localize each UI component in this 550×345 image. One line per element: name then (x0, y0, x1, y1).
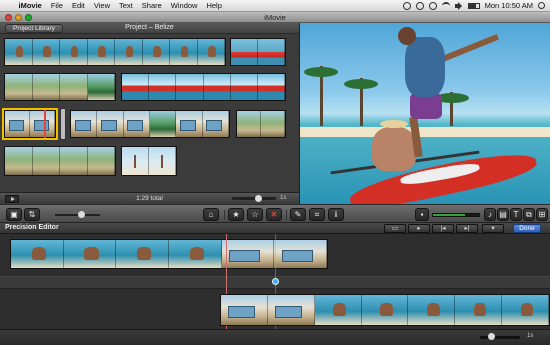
window-titlebar: iMovie (0, 12, 550, 23)
incoming-clip-track[interactable] (220, 294, 550, 326)
mark-favorite-button[interactable]: ★ (228, 208, 244, 221)
outgoing-clip-track[interactable] (10, 239, 328, 269)
swap-events-projects-button[interactable]: ⇅ (24, 208, 40, 221)
edit-point-menu-button[interactable]: ▾ (482, 224, 504, 233)
menu-share[interactable]: Share (137, 1, 166, 10)
precision-zoom-knob[interactable] (488, 333, 495, 340)
play-edit-button[interactable]: ▸ (408, 224, 430, 233)
crop-tool-button[interactable]: ⌗ (309, 208, 325, 221)
wifi-icon[interactable] (441, 1, 450, 10)
menu-edit[interactable]: Edit (67, 1, 89, 10)
edit-point-handle[interactable] (272, 278, 279, 285)
project-browser: Project Library Project – Belize 1:29 to… (0, 23, 299, 204)
transition-browser-button[interactable]: ⧉ (523, 208, 535, 221)
title-browser-button[interactable]: T (510, 208, 522, 221)
sync-icon[interactable] (402, 1, 411, 10)
skimmer-playhead (44, 110, 46, 138)
clip-bikes[interactable] (4, 73, 116, 101)
project-footer: 1:29 total 1s (0, 192, 299, 204)
previous-edit-button[interactable]: |◂ (432, 224, 454, 233)
precision-editor-header: Precision Editor ▭ ▸ |◂ ▸| ▾ Done (0, 223, 550, 234)
photo-browser-button[interactable]: ▤ (497, 208, 509, 221)
status-area: Mon 10:50 AM (402, 1, 550, 10)
time-machine-icon[interactable] (415, 1, 424, 10)
thumbnail-zoom-knob[interactable] (255, 195, 262, 202)
map-browser-button[interactable]: ⊞ (536, 208, 548, 221)
clip-kayak-1[interactable] (230, 38, 286, 66)
clip-beach-walk[interactable] (121, 146, 177, 176)
clip-swimming[interactable] (4, 38, 226, 66)
menu-bar: iMovie File Edit View Text Share Window … (0, 0, 550, 12)
video-viewer[interactable] (299, 23, 550, 204)
spotlight-search-icon[interactable] (538, 2, 545, 9)
project-header: Project Library Project – Belize (0, 23, 299, 34)
precision-zoom-slider[interactable] (480, 336, 520, 339)
project-clips (2, 38, 294, 188)
thumbnail-zoom-readout: 1s (280, 195, 287, 201)
window-title: iMovie (264, 13, 286, 22)
clip-bike-ride[interactable] (236, 110, 286, 138)
clip-size-knob[interactable] (78, 211, 85, 218)
menu-file[interactable]: File (46, 1, 67, 10)
menu-help[interactable]: Help (202, 1, 226, 10)
show-transition-button[interactable]: ▭ (384, 224, 406, 233)
clip-cycling[interactable] (4, 146, 116, 176)
unmark-button[interactable]: ☆ (247, 208, 263, 221)
inspector-button[interactable]: i (328, 208, 344, 221)
bluetooth-icon[interactable] (428, 1, 437, 10)
menu-view[interactable]: View (89, 1, 114, 10)
edit-tool-button[interactable]: ⌂ (203, 208, 219, 221)
precision-editor-title: Precision Editor (5, 224, 59, 231)
precision-editor: Precision Editor ▭ ▸ |◂ ▸| ▾ Done 1s (0, 223, 550, 345)
clip-house-selected[interactable] (2, 108, 58, 140)
clip-kayak-2[interactable] (121, 73, 286, 101)
menu-window[interactable]: Window (166, 1, 202, 10)
battery-icon[interactable] (467, 2, 480, 9)
precision-editor-footer: 1s (0, 329, 550, 345)
menu-text[interactable]: Text (115, 1, 138, 10)
keyword-tool-button[interactable]: ✎ (290, 208, 306, 221)
reject-button[interactable]: ✕ (266, 208, 282, 221)
project-title: Project – Belize (125, 24, 174, 31)
menu-clock[interactable]: Mon 10:50 AM (485, 1, 533, 10)
menu-imovie[interactable]: iMovie (14, 1, 46, 10)
music-browser-button[interactable]: ♪ (484, 208, 496, 221)
done-button[interactable]: Done (513, 224, 541, 233)
audio-level-meter (432, 213, 480, 217)
thumbnail-zoom-slider[interactable] (232, 197, 276, 200)
clip-house-deck[interactable] (70, 110, 230, 138)
precision-zoom-label: 1s (527, 333, 534, 339)
voiceover-button[interactable]: ▪ (415, 208, 429, 221)
next-edit-button[interactable]: ▸| (456, 224, 478, 233)
volume-icon[interactable] (454, 1, 463, 10)
main-toolbar: ▣ ⇅ ⌂ ★ ☆ ✕ ✎ ⌗ i ▪ ♪ ▤ T ⧉ ⊞ (0, 204, 550, 223)
clip-trim-handle[interactable] (60, 108, 66, 140)
camera-import-button[interactable]: ▣ (6, 208, 22, 221)
